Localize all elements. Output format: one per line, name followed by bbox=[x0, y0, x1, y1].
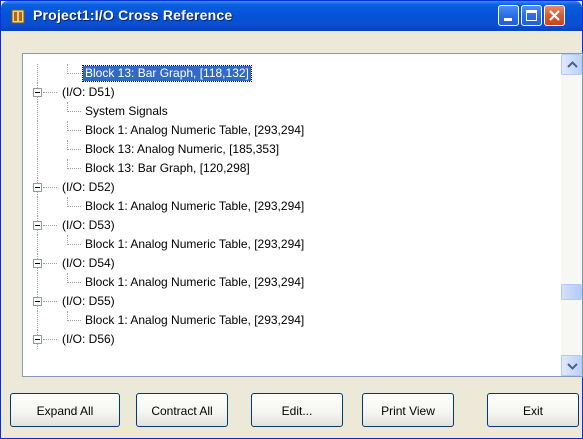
exit-button[interactable]: Exit bbox=[487, 393, 579, 427]
tree-guide-line bbox=[67, 73, 81, 74]
collapse-toggle-icon[interactable] bbox=[33, 259, 42, 268]
tree-guide-line bbox=[67, 320, 81, 321]
tree-guide-line bbox=[67, 206, 81, 207]
io-node-label: (I/O: D52) bbox=[62, 180, 115, 194]
tree-rows: Block 13: Bar Graph, [118,132] (I/O: D51)… bbox=[23, 54, 561, 376]
collapse-toggle-icon[interactable] bbox=[33, 297, 42, 306]
chevron-down-icon bbox=[567, 363, 578, 370]
io-tree-view[interactable]: Block 13: Bar Graph, [118,132] (I/O: D51)… bbox=[22, 53, 583, 377]
tree-guide-line bbox=[43, 225, 57, 226]
reference-label: Block 13: Analog Numeric, [185,353] bbox=[85, 142, 280, 156]
tree-guide-line bbox=[67, 168, 81, 169]
minimize-icon bbox=[504, 18, 512, 21]
io-node-label: (I/O: D51) bbox=[62, 85, 115, 99]
tree-guide-line bbox=[37, 159, 38, 178]
tree-node-io[interactable]: (I/O: D56) bbox=[23, 330, 561, 349]
tree-guide-line bbox=[43, 187, 57, 188]
maximize-button[interactable] bbox=[521, 5, 542, 26]
reference-label: Block 1: Analog Numeric Table, [293,294] bbox=[85, 199, 305, 213]
title-bar[interactable]: Project1:I/O Cross Reference bbox=[1, 1, 582, 31]
collapse-toggle-icon[interactable] bbox=[33, 88, 42, 97]
tree-guide-line bbox=[67, 282, 81, 283]
tree-guide-line bbox=[37, 197, 38, 216]
edit-button[interactable]: Edit... bbox=[251, 393, 343, 427]
tree-guide-line bbox=[43, 92, 57, 93]
tree-guide-line bbox=[67, 111, 81, 112]
tree-node-reference[interactable]: Block 1: Analog Numeric Table, [293,294] bbox=[23, 121, 561, 140]
tree-node-reference[interactable]: Block 13: Bar Graph, [120,298] bbox=[23, 159, 561, 178]
tree-guide-line bbox=[37, 235, 38, 254]
reference-label: Block 13: Bar Graph, [118,132] bbox=[82, 65, 252, 82]
tree-node-io[interactable]: (I/O: D52) bbox=[23, 178, 561, 197]
tree-guide-line bbox=[37, 273, 38, 292]
contract-all-button[interactable]: Contract All bbox=[136, 393, 228, 427]
minimize-button[interactable] bbox=[498, 5, 519, 26]
tree-node-io[interactable]: (I/O: D51) bbox=[23, 83, 561, 102]
reference-label: Block 13: Bar Graph, [120,298] bbox=[85, 161, 250, 175]
io-node-label: (I/O: D54) bbox=[62, 256, 115, 270]
reference-label: Block 1: Analog Numeric Table, [293,294] bbox=[85, 123, 305, 137]
io-node-label: (I/O: D56) bbox=[62, 332, 115, 346]
tree-guide-line bbox=[37, 121, 38, 140]
tree-guide-line bbox=[67, 130, 81, 131]
io-node-label: (I/O: D55) bbox=[62, 294, 115, 308]
io-cross-reference-window: Project1:I/O Cross Reference Block 13: B… bbox=[0, 0, 583, 439]
tree-node-reference[interactable]: Block 1: Analog Numeric Table, [293,294] bbox=[23, 197, 561, 216]
tree-node-io[interactable]: (I/O: D54) bbox=[23, 254, 561, 273]
tree-node-io[interactable]: (I/O: D55) bbox=[23, 292, 561, 311]
tree-guide-line bbox=[43, 301, 57, 302]
collapse-toggle-icon[interactable] bbox=[33, 335, 42, 344]
scroll-up-button[interactable] bbox=[561, 54, 582, 75]
reference-label: Block 1: Analog Numeric Table, [293,294] bbox=[85, 237, 305, 251]
collapse-toggle-icon[interactable] bbox=[33, 221, 42, 230]
tree-guide-line bbox=[37, 102, 38, 121]
scroll-thumb[interactable] bbox=[561, 284, 582, 300]
window-title: Project1:I/O Cross Reference bbox=[33, 7, 233, 23]
close-icon bbox=[549, 10, 560, 21]
reference-label: System Signals bbox=[85, 104, 168, 118]
tree-node-reference[interactable]: System Signals bbox=[23, 102, 561, 121]
tree-node-reference[interactable]: Block 1: Analog Numeric Table, [293,294] bbox=[23, 311, 561, 330]
scroll-down-button[interactable] bbox=[561, 355, 582, 376]
collapse-toggle-icon[interactable] bbox=[33, 183, 42, 192]
tree-guide-line bbox=[37, 311, 38, 330]
tree-guide-line bbox=[43, 263, 57, 264]
tree-node-reference[interactable]: Block 13: Bar Graph, [118,132] bbox=[23, 64, 561, 83]
io-node-label: (I/O: D53) bbox=[62, 218, 115, 232]
tree-guide-line bbox=[67, 244, 81, 245]
tree-guide-line bbox=[67, 149, 81, 150]
expand-all-button[interactable]: Expand All bbox=[10, 393, 120, 427]
tree-node-reference[interactable]: Block 1: Analog Numeric Table, [293,294] bbox=[23, 235, 561, 254]
tree-node-reference[interactable]: Block 1: Analog Numeric Table, [293,294] bbox=[23, 273, 561, 292]
close-button[interactable] bbox=[544, 5, 565, 26]
tree-node-reference[interactable]: Block 13: Analog Numeric, [185,353] bbox=[23, 140, 561, 159]
vertical-scrollbar[interactable] bbox=[561, 54, 582, 376]
tree-node-io[interactable]: (I/O: D53) bbox=[23, 216, 561, 235]
reference-label: Block 1: Analog Numeric Table, [293,294] bbox=[85, 275, 305, 289]
tree-guide-line bbox=[43, 339, 57, 340]
tree-guide-line bbox=[37, 64, 38, 83]
chevron-up-icon bbox=[567, 61, 578, 68]
app-icon bbox=[11, 9, 25, 24]
maximize-icon bbox=[526, 10, 537, 21]
tree-guide-line bbox=[37, 140, 38, 159]
print-view-button[interactable]: Print View bbox=[362, 393, 454, 427]
reference-label: Block 1: Analog Numeric Table, [293,294] bbox=[85, 313, 305, 327]
